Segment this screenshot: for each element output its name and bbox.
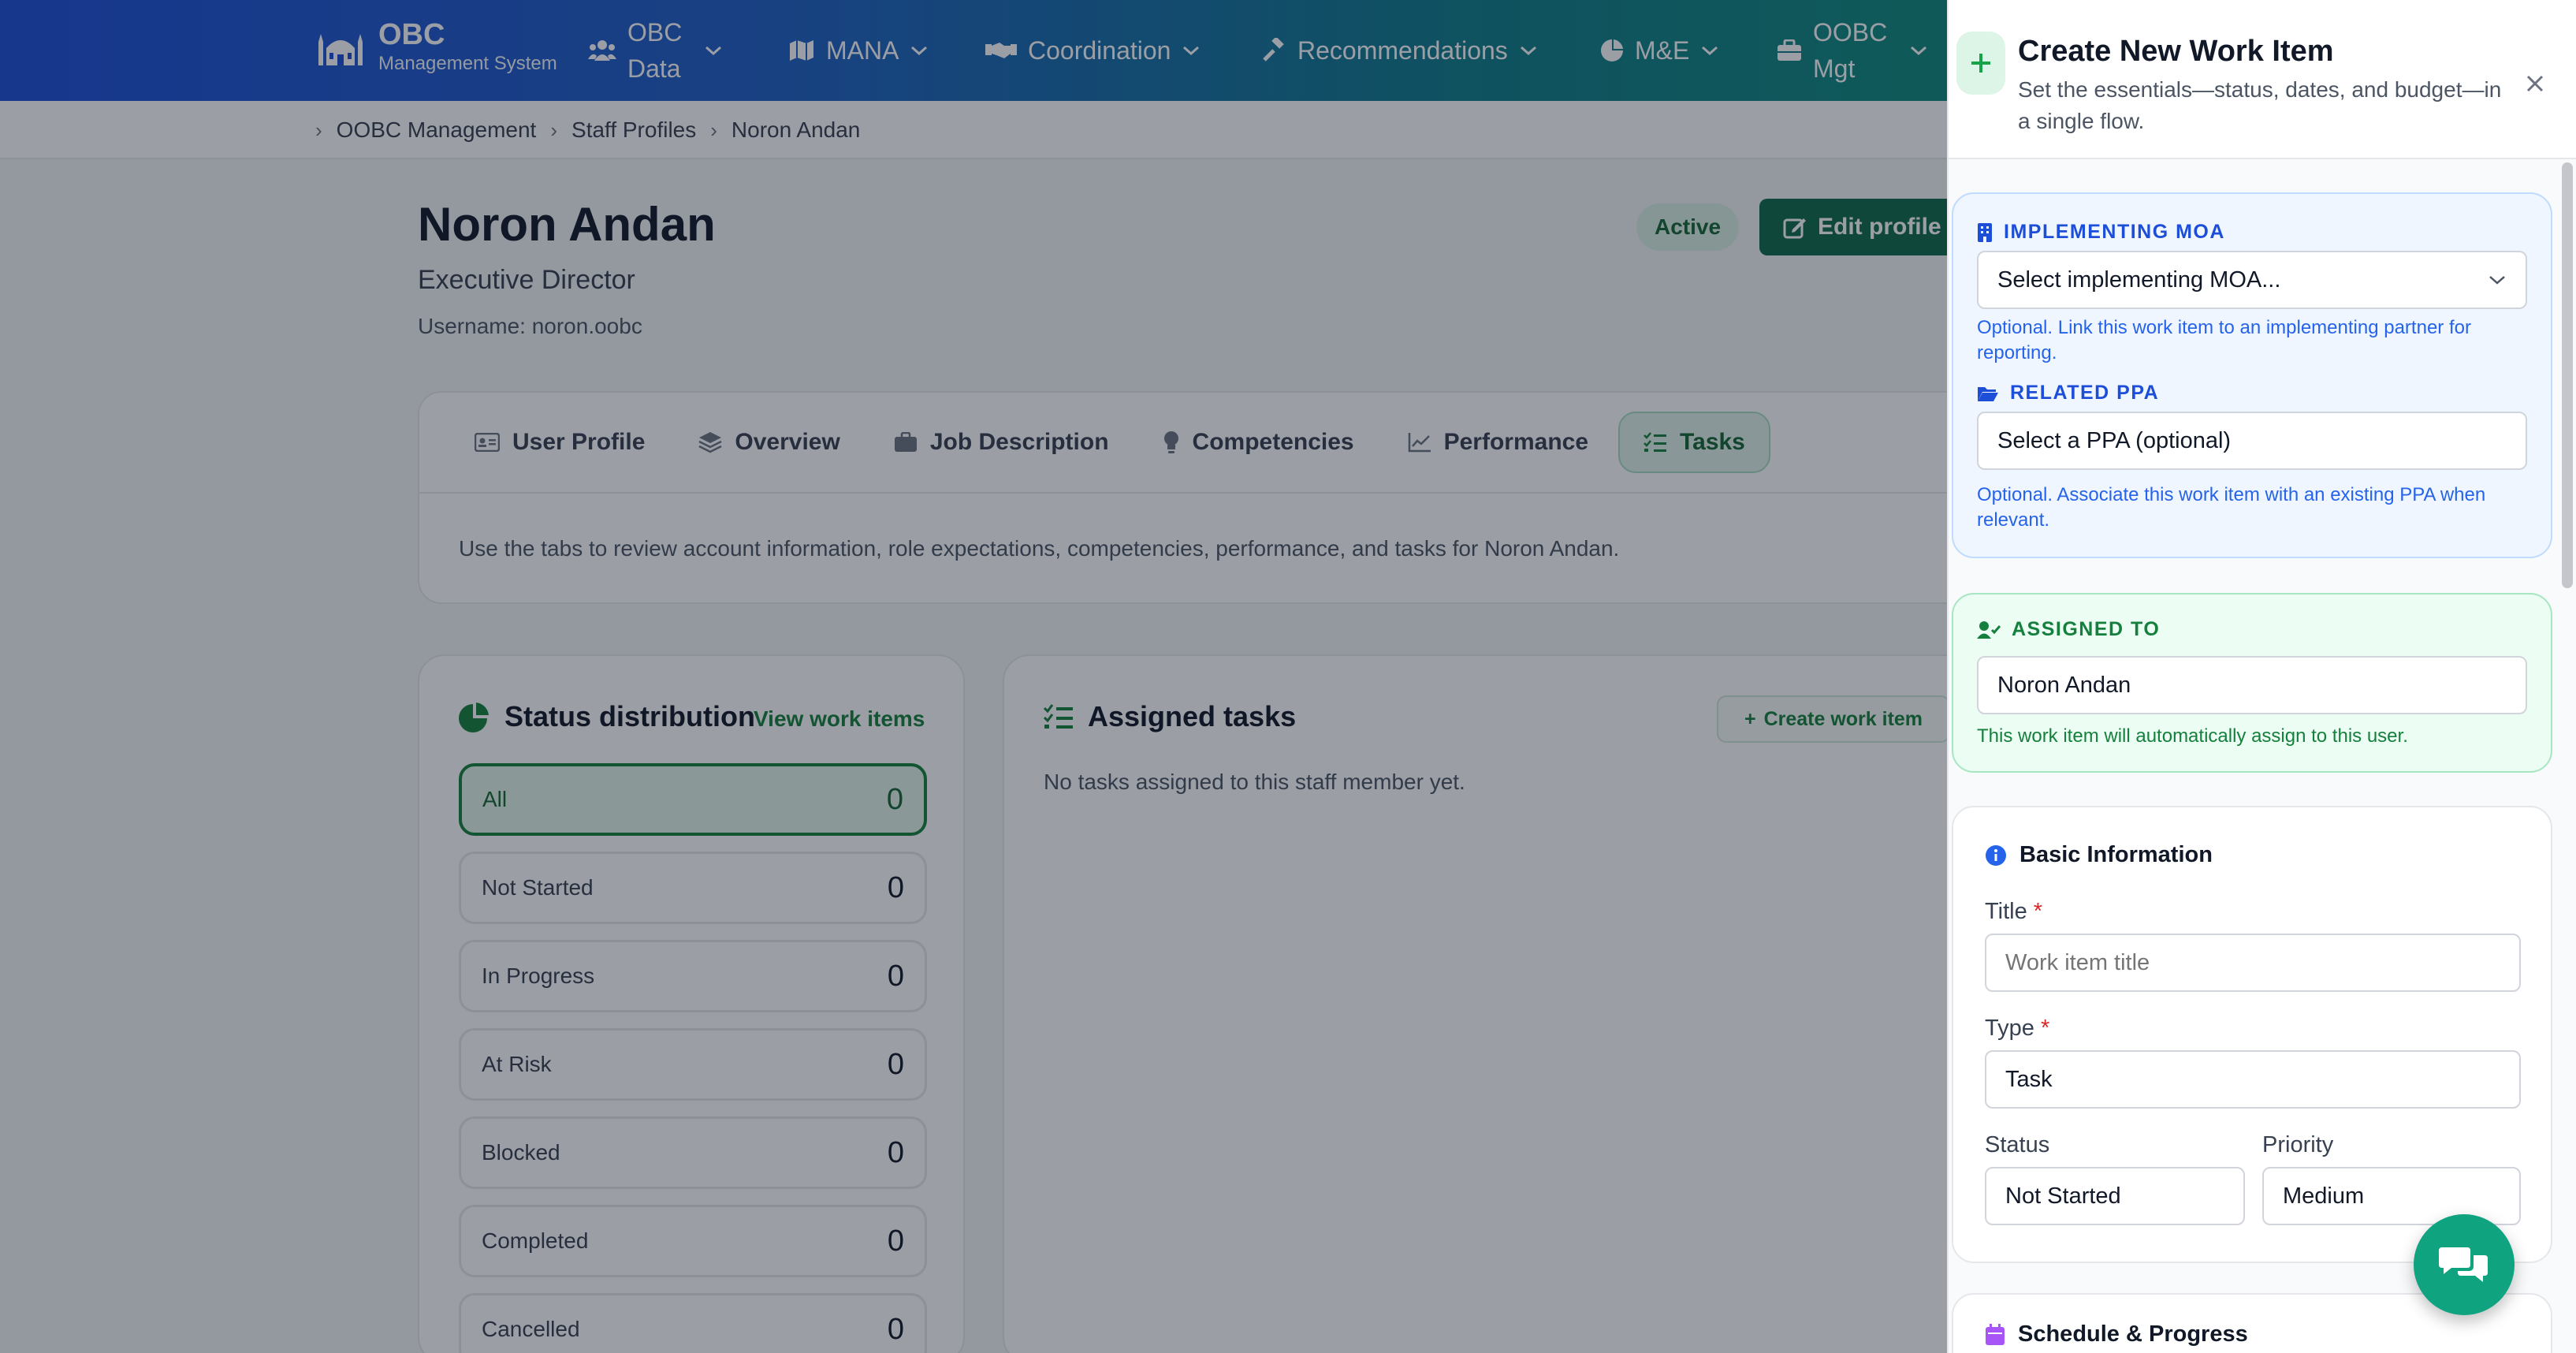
label-text: ASSIGNED TO	[2012, 618, 2161, 640]
priority-field-label: Priority	[2262, 1132, 2334, 1157]
priority-select[interactable]: Medium	[2262, 1167, 2521, 1225]
implementing-moa-label: IMPLEMENTING MOA	[1977, 221, 2225, 244]
ppa-hint: Optional. Associate this work item with …	[1977, 484, 2486, 531]
label-text: Type	[1985, 1016, 2034, 1041]
status-select[interactable]: Not Started	[1985, 1167, 2245, 1225]
title-input[interactable]	[1985, 934, 2521, 992]
select-value: Select a PPA (optional)	[1997, 427, 2232, 453]
basic-information-section: Basic Information Title * Type * Task St…	[1952, 806, 2552, 1263]
type-select[interactable]: Task	[1985, 1050, 2521, 1109]
chat-bubbles-icon	[2439, 1247, 2488, 1282]
modal-backdrop[interactable]	[0, 0, 1947, 1353]
plus-icon	[1956, 32, 2005, 95]
moa-hint: Optional. Link this work item to an impl…	[1977, 317, 2471, 363]
select-value: Select implementing MOA...	[1997, 266, 2281, 293]
user-check-icon	[1977, 621, 2001, 639]
assigned-to-section: ASSIGNED TO Noron Andan This work item w…	[1952, 593, 2552, 773]
chevron-down-icon	[2489, 276, 2505, 285]
close-icon[interactable]	[2521, 69, 2549, 98]
schedule-progress-header: Schedule & Progress	[1985, 1321, 2248, 1347]
basic-information-header: Basic Information	[1985, 842, 2213, 868]
drawer-header: Create New Work Item Set the essentials—…	[1949, 0, 2576, 159]
building-icon	[1978, 222, 1992, 242]
title-field-label: Title *	[1985, 899, 2042, 925]
select-value: Medium	[2283, 1183, 2365, 1209]
assigned-hint: This work item will automatically assign…	[1977, 725, 2408, 747]
section-heading: Schedule & Progress	[2018, 1321, 2248, 1347]
implementing-moa-select[interactable]: Select implementing MOA...	[1977, 251, 2527, 309]
status-field-label: Status	[1985, 1132, 2050, 1157]
related-ppa-select[interactable]: Select a PPA (optional)	[1977, 412, 2527, 470]
moa-ppa-section: IMPLEMENTING MOA Select implementing MOA…	[1952, 192, 2552, 558]
related-ppa-label: RELATED PPA	[1977, 382, 2159, 404]
assigned-to-label: ASSIGNED TO	[1977, 618, 2160, 641]
select-value: Task	[2005, 1066, 2053, 1092]
chat-button[interactable]	[2414, 1214, 2515, 1315]
assigned-to-field[interactable]: Noron Andan	[1977, 656, 2527, 714]
scrollbar[interactable]	[2562, 162, 2573, 588]
folder-open-icon	[1978, 386, 1998, 401]
label-text: Title	[1985, 899, 2027, 924]
create-work-item-drawer: Create New Work Item Set the essentials—…	[1947, 0, 2576, 1353]
section-heading: Basic Information	[2019, 842, 2213, 867]
drawer-title: Create New Work Item	[2018, 35, 2334, 68]
required-marker: *	[2033, 899, 2043, 924]
label-text: IMPLEMENTING MOA	[2004, 221, 2225, 243]
select-value: Not Started	[2005, 1183, 2121, 1209]
calendar-icon	[1986, 1323, 2005, 1345]
type-field-label: Type *	[1985, 1016, 2049, 1042]
label-text: RELATED PPA	[2010, 382, 2160, 404]
drawer-subtitle: Set the essentials—status, dates, and bu…	[2018, 77, 2502, 133]
field-value: Noron Andan	[1997, 672, 2131, 698]
required-marker: *	[2040, 1016, 2050, 1041]
info-icon	[1986, 844, 2006, 866]
